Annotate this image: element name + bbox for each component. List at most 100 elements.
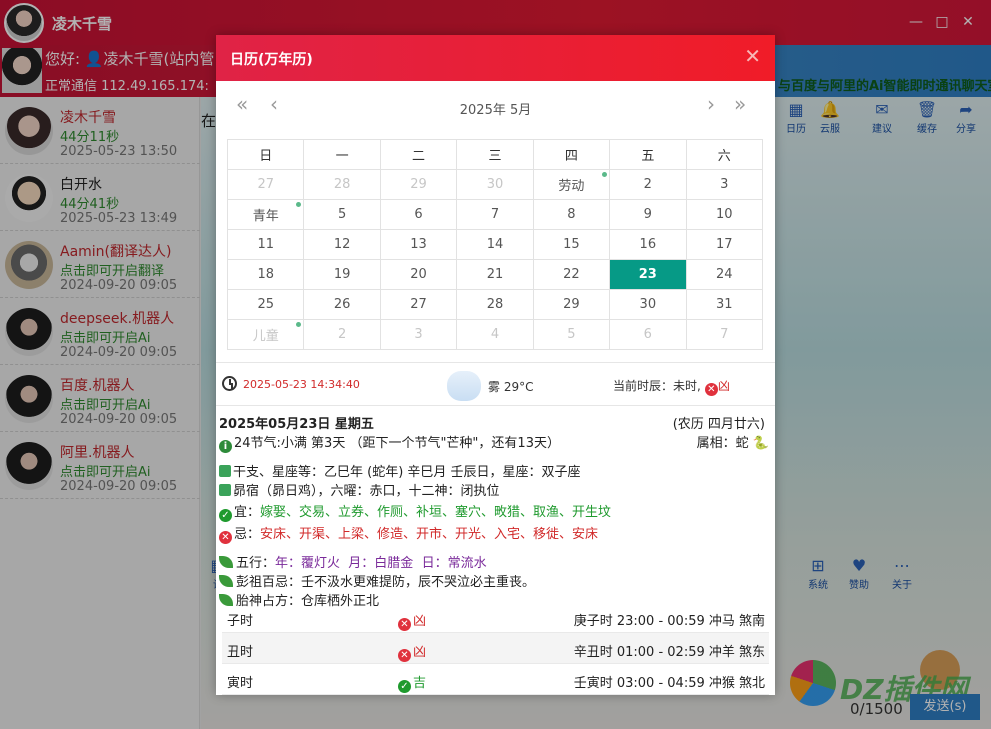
calendar-day[interactable]: 2 [303, 319, 381, 350]
shichen-luck: ✓ 吉 [398, 672, 426, 693]
calendar-day[interactable]: 25 [226, 289, 305, 320]
calendar-day[interactable]: 19 [303, 259, 381, 290]
weekday-header: 四 [532, 139, 611, 170]
calendar-icon [219, 484, 231, 496]
calendar-day[interactable]: 22 [532, 259, 611, 290]
leaf-icon [219, 556, 233, 568]
calendar-day[interactable]: 20 [379, 259, 458, 290]
calendar-day[interactable]: 10 [685, 199, 764, 230]
clock-icon [222, 376, 237, 391]
calendar-day[interactable]: 12 [303, 229, 381, 260]
weekday-header: 六 [685, 139, 764, 170]
check-icon: ✓ [219, 509, 232, 522]
calendar-day[interactable]: 14 [456, 229, 534, 260]
calendar-day[interactable]: 6 [609, 319, 687, 350]
weekday-header: 一 [303, 139, 381, 170]
ji-line: ✕ 忌：安床、开渠、上梁、修造、开市、开光、入宅、移徙、安床 [219, 523, 598, 544]
shichen-table: 子时 ✕ 凶庚子时 23:00 - 00:59 冲马 煞南 丑时 ✕ 凶辛丑时 01:00… [222, 602, 769, 695]
calendar-day[interactable]: 6 [379, 199, 458, 230]
calendar-day[interactable]: 5 [303, 199, 381, 230]
calendar-day[interactable]: 8 [532, 199, 611, 230]
dialog-title: 日历(万年历) [230, 52, 313, 68]
shichen-name: 寅时 [227, 676, 254, 691]
calendar-day[interactable]: 30 [456, 169, 534, 200]
calendar-day[interactable]: 青年 [226, 199, 305, 230]
yi-line: ✓ 宜：嫁娶、交易、立券、作厕、补垣、塞穴、畋猎、取渔、开生坟 [219, 501, 611, 522]
pengzu-line: 彭祖百忌：壬不汲水更难提防，辰不哭泣必主重丧。 [219, 571, 535, 590]
wuxing-line: 五行：年：覆灯火 月：白腊金 日：常流水 [219, 552, 487, 571]
lunar-date: (农历 四月廿六) [672, 417, 765, 432]
calendar-day[interactable]: 30 [609, 289, 687, 320]
fog-weather-icon [447, 371, 481, 401]
date-title: 2025年05月23日 星期五 [219, 417, 374, 432]
calendar-day[interactable]: 16 [609, 229, 687, 260]
calendar-day[interactable]: 27 [226, 169, 305, 200]
calendar-day[interactable]: 5 [532, 319, 611, 350]
calendar-day-today[interactable]: 23 [609, 259, 687, 290]
calendar-day[interactable]: 13 [379, 229, 458, 260]
weather-text: 雾 29°C [488, 380, 534, 394]
current-time: 2025-05-23 14:34:40 [243, 378, 360, 391]
shichen-detail: 辛丑时 01:00 - 02:59 冲羊 煞东 [573, 645, 765, 660]
holiday-dot [296, 322, 302, 327]
shichen-row: 子时 ✕ 凶 庚子时 23:00 - 00:59 冲马 煞南 [222, 602, 769, 633]
calendar-day[interactable]: 21 [456, 259, 534, 290]
calendar-day[interactable]: 3 [379, 319, 458, 350]
calendar-day[interactable]: 28 [303, 169, 381, 200]
weekday-header: 三 [456, 139, 534, 170]
calendar-day[interactable]: 11 [226, 229, 305, 260]
shichen-row: 寅时 ✓ 吉 壬寅时 03:00 - 04:59 冲猴 煞北 [222, 664, 769, 695]
check-icon: ✓ [398, 680, 411, 693]
zodiac: 属相：蛇 🐍 [696, 436, 769, 451]
calendar-day[interactable]: 劳动 [532, 169, 611, 200]
next-year-button[interactable]: » [734, 93, 746, 115]
holiday-dot [296, 202, 302, 207]
calendar-day[interactable]: 3 [685, 169, 764, 200]
calendar-day[interactable]: 7 [456, 199, 534, 230]
calendar-day[interactable]: 27 [379, 289, 458, 320]
bad-omen-icon: ✕ [704, 383, 718, 396]
shichen-luck: ✕ 凶 [398, 641, 426, 662]
calendar-day[interactable]: 儿童 [226, 319, 305, 350]
leaf-icon [219, 575, 233, 587]
close-icon[interactable]: ✕ [744, 46, 761, 66]
calendar-day[interactable]: 9 [609, 199, 687, 230]
next-month-button[interactable]: › [707, 93, 715, 115]
solar-term: i 24节气:小满 第3天 （距下一个节气"芒种"，还有13天） [219, 432, 560, 453]
dialog-header: 日历(万年历) ✕ [216, 35, 775, 81]
calendar-day[interactable]: 24 [685, 259, 764, 290]
calendar-day[interactable]: 17 [685, 229, 764, 260]
ganzhi-line: 干支、星座等：乙巳年 (蛇年) 辛巳月 壬辰日，星座：双子座 [219, 461, 581, 480]
xiu-line: 昴宿（昴日鸡），六曜：赤口，十二神：闭执位 [219, 480, 500, 499]
calendar-day[interactable]: 31 [685, 289, 764, 320]
calendar-day[interactable]: 2 [609, 169, 687, 200]
shichen-row: 丑时 ✕ 凶 辛丑时 01:00 - 02:59 冲羊 煞东 [222, 633, 769, 664]
time-weather-bar: 2025-05-23 14:34:40 雾 29°C 当前时辰：未时, ✕ 凶 [216, 362, 775, 406]
calendar-day[interactable]: 28 [456, 289, 534, 320]
cross-icon: ✕ [219, 531, 232, 544]
holiday-dot [602, 172, 608, 177]
current-shichen: 当前时辰：未时, ✕ 凶 [613, 379, 730, 396]
weekday-header: 日 [226, 139, 305, 170]
weekday-header: 五 [609, 139, 687, 170]
calendar-dialog: 日历(万年历) ✕ « ‹ 2025年 5月 › » 日一二三四五六 27 28 2… [216, 35, 775, 695]
info-icon: i [219, 440, 232, 453]
calendar-day[interactable]: 15 [532, 229, 611, 260]
shichen-detail: 壬寅时 03:00 - 04:59 冲猴 煞北 [573, 676, 765, 691]
calendar-icon [219, 465, 231, 477]
year-month-label: 2025年 5月 [459, 103, 532, 118]
calendar-day[interactable]: 18 [226, 259, 305, 290]
calendar-day[interactable]: 4 [456, 319, 534, 350]
shichen-detail: 庚子时 23:00 - 00:59 冲马 煞南 [573, 614, 765, 629]
weekday-header: 二 [379, 139, 458, 170]
cross-icon: ✕ [398, 618, 411, 631]
shichen-luck: ✕ 凶 [398, 610, 426, 631]
calendar-day[interactable]: 29 [379, 169, 458, 200]
calendar-day[interactable]: 7 [685, 319, 764, 350]
calendar-day[interactable]: 26 [303, 289, 381, 320]
calendar-day[interactable]: 29 [532, 289, 611, 320]
shichen-name: 丑时 [227, 645, 254, 660]
calendar-grid: 日一二三四五六 27 28 29 30 劳动 2 3 青年 5 6 7 8 9 10 11 12 13 14 15 1… [226, 139, 764, 350]
cross-icon: ✕ [398, 649, 411, 662]
shichen-name: 子时 [227, 614, 254, 629]
